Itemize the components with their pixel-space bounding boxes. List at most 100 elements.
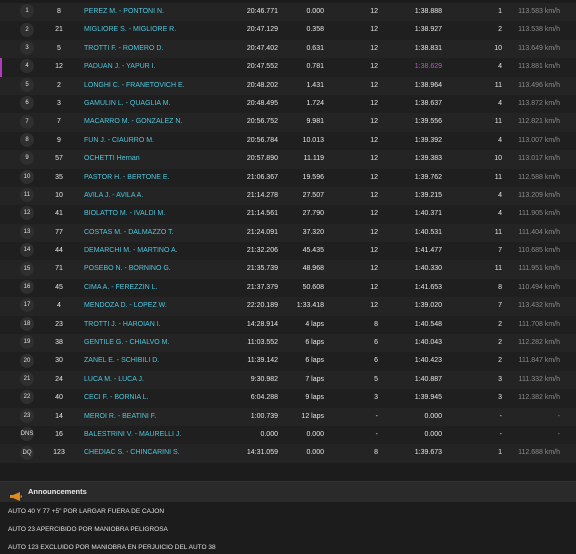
- table-row[interactable]: 12 41 BIOLATTO M. - IVALDI M. 21:14.561 27.7…: [0, 205, 576, 224]
- driver-names[interactable]: MENDOZA D. - LOPEZ W.: [84, 297, 234, 315]
- table-row[interactable]: 20 30 ZANEL E. - SCHIBILI D. 11:39.142 6 lap…: [0, 352, 576, 371]
- position-badge: 5: [18, 77, 36, 95]
- best-lap-time: 0.000: [424, 412, 442, 420]
- avg-speed: 111.905 km/h: [518, 210, 560, 218]
- table-row[interactable]: 4 12 PADUAN J. - YAPUR I. 20:47.552 0.781 12 1…: [0, 58, 576, 77]
- driver-names[interactable]: PASTOR H. - BERTONE E.: [84, 169, 234, 187]
- driver-names[interactable]: POSEBO N. - BORNINO G.: [84, 260, 234, 278]
- table-row[interactable]: 13 77 COSTAS M. - DALMAZZO T. 21:24.091 37.3…: [0, 223, 576, 243]
- driver-names[interactable]: GAMULIN L. - QUAGLIA M.: [84, 95, 234, 113]
- table-row[interactable]: 6 3 GAMULIN L. - QUAGLIA M. 20:48.495 1.724 1…: [0, 94, 576, 114]
- best-lap-time: 1:40.371: [414, 210, 442, 218]
- avg-speed: 113.583 km/h: [518, 8, 560, 15]
- table-row[interactable]: 1 8 PEREZ M. - PONTONI N. 20:46.771 0.000 12 1…: [0, 3, 576, 22]
- driver-names[interactable]: ZANEL E. - SCHIBILI D.: [84, 352, 234, 370]
- avg-speed: 112.821 km/h: [518, 118, 560, 126]
- car-number: 35: [55, 173, 63, 181]
- laps: 12: [370, 247, 378, 255]
- driver-names[interactable]: AVILA J. - AVILA A.: [84, 187, 234, 205]
- table-row[interactable]: 5 2 LONGHI C. - FRANETOVICH E. 20:48.202 1.4…: [0, 76, 576, 95]
- car-number: 5: [57, 44, 61, 52]
- driver-names[interactable]: PEREZ M. - PONTONI N.: [84, 3, 234, 21]
- driver-names[interactable]: LONGHI C. - FRANETOVICH E.: [84, 77, 234, 95]
- driver-names[interactable]: DEMARCHI M. - MARTINO A.: [84, 242, 234, 260]
- driver-names[interactable]: COSTAS M. - DALMAZZO T.: [84, 224, 234, 242]
- driver-names[interactable]: BIOLATTO M. - IVALDI M.: [84, 205, 234, 223]
- position-badge: 20: [18, 352, 36, 370]
- table-row[interactable]: DNS 16 BALESTRINI V. - MAURELLI J. 0.000 0.0…: [0, 425, 576, 445]
- table-row[interactable]: 2 21 MIGLIORE S. - MIGLIORE R. 20:47.129 0.3…: [0, 21, 576, 40]
- best-lap-number: 11: [494, 265, 502, 273]
- laps: 12: [370, 210, 378, 218]
- table-row[interactable]: 10 35 PASTOR H. - BERTONE E. 21:06.367 19.59…: [0, 168, 576, 187]
- avg-speed: 113.872 km/h: [518, 99, 560, 107]
- driver-names[interactable]: PADUAN J. - YAPUR I.: [84, 58, 234, 76]
- table-row[interactable]: 9 57 OCHETTI Hernan 20:57.890 11.119 12 1:39.3…: [0, 150, 576, 169]
- driver-names[interactable]: MACARRO M. - GONZALEZ N.: [84, 113, 234, 131]
- laps: -: [375, 430, 378, 438]
- best-lap-number: 3: [498, 394, 502, 402]
- car-number: 71: [55, 265, 63, 273]
- car-number: 16: [55, 430, 63, 438]
- position-number: 15: [20, 261, 34, 276]
- car-number: 4: [57, 302, 61, 310]
- gap: 45.435: [302, 247, 324, 255]
- driver-names[interactable]: GENTILE G. - CHIALVO M.: [84, 334, 234, 352]
- best-lap-time: 1:40.330: [414, 265, 442, 273]
- total-time: 11:03.552: [247, 339, 278, 347]
- table-row[interactable]: 23 14 MEROI R. - BEATINI F. 1:00.739 12 laps…: [0, 407, 576, 426]
- car-number: 41: [55, 210, 63, 218]
- best-lap-number: 2: [498, 339, 502, 347]
- driver-names[interactable]: BALESTRINI V. - MAURELLI J.: [84, 426, 234, 444]
- laps: 3: [374, 394, 378, 402]
- car-number: 10: [55, 191, 63, 199]
- car-number: 57: [55, 155, 63, 163]
- driver-names[interactable]: TROTTI J. - HAROIAN I.: [84, 316, 234, 334]
- table-row[interactable]: 17 4 MENDOZA D. - LOPEZ W. 22:20.189 1:33.41…: [0, 297, 576, 316]
- driver-names[interactable]: FUN J. - CIAURRO M.: [84, 132, 234, 150]
- driver-names[interactable]: CHEDIAC S. - CHINCARINI S.: [84, 444, 234, 462]
- table-row[interactable]: 15 71 POSEBO N. - BORNINO G. 21:35.739 48.96…: [0, 260, 576, 279]
- gap: 48.968: [302, 265, 324, 273]
- table-row[interactable]: 21 24 LUCA M. - LUCA J. 9:30.982 7 laps 5 1:40…: [0, 370, 576, 390]
- driver-names[interactable]: OCHETTI Hernan: [84, 150, 234, 168]
- driver-names[interactable]: TROTTI F. - ROMERO D.: [84, 40, 234, 58]
- laps: 12: [370, 44, 378, 52]
- position-badge: 11: [18, 187, 36, 205]
- position-badge: 19: [18, 334, 36, 352]
- table-row[interactable]: 8 9 FUN J. - CIAURRO M. 20:56.784 10.013 12 1:…: [0, 131, 576, 151]
- driver-names[interactable]: CIMA A. - FEREZZIN L.: [84, 279, 234, 297]
- best-lap-number: 10: [494, 155, 502, 163]
- avg-speed: 113.649 km/h: [518, 44, 560, 52]
- driver-names[interactable]: MEROI R. - BEATINI F.: [84, 408, 234, 426]
- table-row[interactable]: 14 44 DEMARCHI M. - MARTINO A. 21:32.206 45.…: [0, 242, 576, 261]
- table-row[interactable]: DQ 123 CHEDIAC S. - CHINCARINI S. 14:31.059…: [0, 444, 576, 463]
- car-number: 38: [55, 339, 63, 347]
- table-row[interactable]: 11 10 AVILA J. - AVILA A. 21:14.278 27.507 12…: [0, 186, 576, 206]
- total-time: 9:30.982: [250, 375, 278, 383]
- driver-names[interactable]: MIGLIORE S. - MIGLIORE R.: [84, 21, 234, 39]
- laps: 12: [370, 81, 378, 89]
- best-lap-number: 1: [498, 8, 502, 15]
- driver-names[interactable]: LUCA M. - LUCA J.: [84, 371, 234, 389]
- laps: 12: [370, 283, 378, 291]
- laps: 12: [370, 8, 378, 15]
- best-lap-number: 7: [498, 247, 502, 255]
- avg-speed: 111.708 km/h: [518, 320, 560, 328]
- table-row[interactable]: 7 7 MACARRO M. - GONZALEZ N. 20:56.752 9.981…: [0, 113, 576, 132]
- best-lap-time: 1:38.888: [414, 8, 442, 15]
- avg-speed: 113.538 km/h: [518, 26, 560, 34]
- table-row[interactable]: 19 38 GENTILE G. - CHIALVO M. 11:03.552 6 la…: [0, 334, 576, 353]
- avg-speed: 113.496 km/h: [518, 81, 560, 89]
- laps: 12: [370, 191, 378, 199]
- table-row[interactable]: 22 40 CECI F. - BORNIA L. 6:04.288 9 laps 3 1:…: [0, 389, 576, 408]
- driver-names[interactable]: CECI F. - BORNIA L.: [84, 389, 234, 407]
- best-lap-time: 1:38.927: [414, 26, 442, 34]
- table-row[interactable]: 18 23 TROTTI J. - HAROIAN I. 14:28.914 4 lap…: [0, 315, 576, 335]
- laps: 12: [370, 173, 378, 181]
- announcements-panel: Announcements AUTO 40 Y 77 +5" POR LARGA…: [0, 477, 576, 554]
- avg-speed: 110.494 km/h: [518, 283, 560, 291]
- table-row[interactable]: 16 45 CIMA A. - FEREZZIN L. 21:37.379 50.608…: [0, 278, 576, 298]
- position-number: 5: [20, 77, 34, 92]
- table-row[interactable]: 3 5 TROTTI F. - ROMERO D. 20:47.402 0.631 12 1…: [0, 39, 576, 59]
